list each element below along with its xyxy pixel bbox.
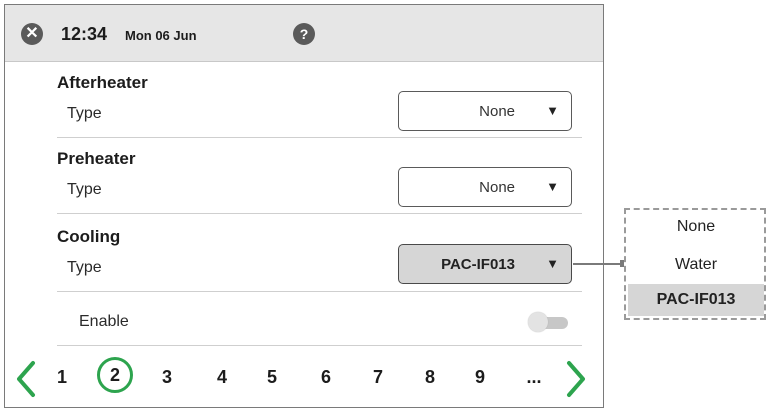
page-more[interactable]: ... [521,367,547,388]
divider [57,291,582,292]
preheater-type-select[interactable]: None ▼ [398,167,572,207]
close-icon[interactable]: ✕ [21,23,43,45]
cooling-type-label: Type [67,259,102,276]
page-6[interactable]: 6 [313,367,339,388]
section-title-afterheater: Afterheater [57,73,148,92]
cooling-type-dropdown: None Water PAC-IF013 [624,208,766,320]
cooling-type-select[interactable]: PAC-IF013 ▼ [398,244,572,284]
preheater-type-label: Type [67,181,102,198]
clock-date: Mon 06 Jun [125,28,197,43]
dropdown-option-pac-if013[interactable]: PAC-IF013 [628,284,764,316]
chevron-left-icon[interactable] [15,359,37,399]
afterheater-type-select[interactable]: None ▼ [398,91,572,131]
preheater-type-value: None [479,179,515,196]
chevron-right-icon[interactable] [565,359,587,399]
page-1[interactable]: 1 [49,367,75,388]
afterheater-type-label: Type [67,105,102,122]
divider [57,213,582,214]
toggle-knob [528,312,548,332]
settings-panel: ✕ 12:34 Mon 06 Jun ? Afterheater Type No… [4,4,604,408]
clock-time: 12:34 [61,24,108,44]
enable-label: Enable [79,313,129,330]
dropdown-arrow-icon: ▼ [546,256,559,271]
page-2-current[interactable]: 2 [97,357,133,393]
divider [57,137,582,138]
page-7[interactable]: 7 [365,367,391,388]
page-5[interactable]: 5 [259,367,285,388]
dropdown-option-none[interactable]: None [628,218,764,236]
page-4[interactable]: 4 [209,367,235,388]
divider [57,345,582,346]
pagination: 1 2 3 4 5 6 7 8 9 ... [5,357,603,403]
section-title-preheater: Preheater [57,149,136,168]
cooling-type-value: PAC-IF013 [441,256,515,273]
help-icon[interactable]: ? [293,23,315,45]
enable-toggle[interactable] [528,312,572,332]
afterheater-type-value: None [479,103,515,120]
dropdown-arrow-icon: ▼ [546,179,559,194]
page-3[interactable]: 3 [154,367,180,388]
top-bar: ✕ 12:34 Mon 06 Jun ? [5,5,603,62]
dropdown-option-water[interactable]: Water [628,256,764,274]
page-9[interactable]: 9 [467,367,493,388]
page-8[interactable]: 8 [417,367,443,388]
callout-connector [573,263,623,265]
section-title-cooling: Cooling [57,227,121,246]
dropdown-arrow-icon: ▼ [546,103,559,118]
